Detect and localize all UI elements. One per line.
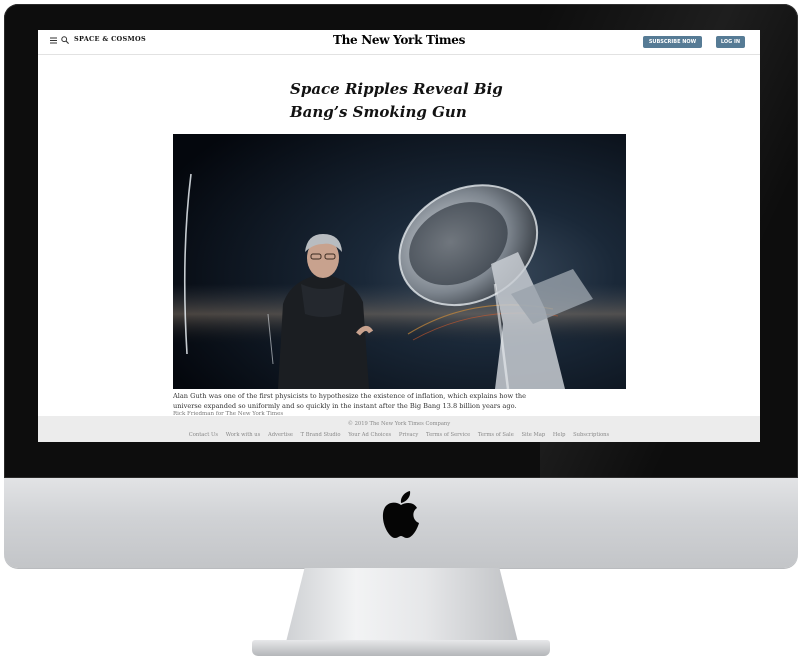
footer-link-terms-service[interactable]: Terms of Service — [426, 432, 470, 438]
footer-link-contact[interactable]: Contact Us — [189, 432, 218, 438]
footer-link-help[interactable]: Help — [553, 432, 566, 438]
footer-link-tbrand[interactable]: T Brand Studio — [301, 432, 341, 438]
imac-foot — [252, 640, 550, 656]
imac-stand — [286, 568, 518, 642]
apple-logo-icon — [382, 491, 419, 538]
site-footer: © 2019 The New York Times Company Contac… — [38, 416, 760, 442]
subscribe-button[interactable]: SUBSCRIBE NOW — [643, 36, 702, 48]
copyright-text: © 2019 The New York Times Company — [347, 421, 451, 427]
footer-link-advertise[interactable]: Advertise — [268, 432, 293, 438]
article-photo[interactable] — [173, 134, 626, 389]
site-header: SPACE & COSMOS The New York Times SUBSCR… — [38, 30, 760, 55]
footer-link-subscriptions[interactable]: Subscriptions — [573, 432, 609, 438]
browser-screen: SPACE & COSMOS The New York Times SUBSCR… — [38, 30, 760, 442]
headline-line-1: Space Ripples Reveal Big — [290, 80, 503, 98]
article-headline: Space Ripples Reveal Big Bang’s Smoking … — [290, 78, 530, 124]
headline-line-2: Bang’s Smoking Gun — [290, 103, 467, 121]
footer-links: Contact Us Work with us Advertise T Bran… — [38, 432, 760, 438]
footer-link-adchoices[interactable]: Your Ad Choices — [348, 432, 391, 438]
footer-link-terms-sale[interactable]: Terms of Sale — [478, 432, 514, 438]
footer-link-privacy[interactable]: Privacy — [399, 432, 419, 438]
footer-link-sitemap[interactable]: Site Map — [521, 432, 545, 438]
login-button[interactable]: LOG IN — [716, 36, 745, 48]
photo-caption: Alan Guth was one of the first physicist… — [173, 392, 527, 410]
footer-link-work[interactable]: Work with us — [226, 432, 261, 438]
